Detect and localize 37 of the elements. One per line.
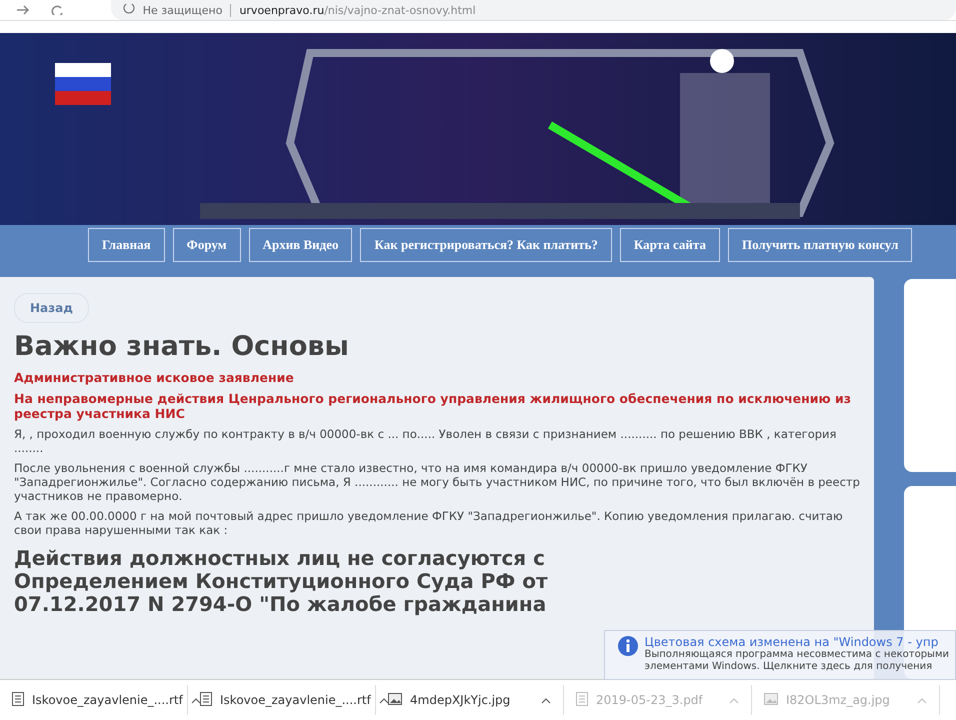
page-title: Важно знать. Основы — [14, 331, 349, 362]
url-text: urvoenpravo.ru/nis/vajno-znat-osnovy.html — [230, 4, 476, 16]
file-name: Iskovoe_zayavlenie_....rtf — [220, 693, 371, 707]
info-icon — [122, 4, 135, 16]
paragraph: После увольнения с военной службы ...........г мне стало известно, что на имя командира в/ч 00000-вк пришло уведомление ФГКУ "Западрегионжилье". Согласно содержанию письма, Я ............ не могу быть участником НИС, по причине того, что был включён в реестр участников не правомерно. — [14, 461, 860, 503]
image-file-icon — [388, 692, 402, 708]
nav-link[interactable]: Как регистрироваться? Как платить? — [360, 228, 612, 262]
nav-link[interactable]: Карта сайта — [620, 228, 720, 262]
paragraph: Я, , проходил военную службу по контракту в в/ч 00000-вк с ... по..... Уволен в связи с признанием .......... по решению ВВК , категория ........ — [14, 427, 838, 455]
security-label: Не защищено — [142, 4, 222, 16]
document-file-icon — [576, 692, 588, 708]
back-button[interactable]: Назад — [14, 293, 89, 323]
section-heading: Действия должностных лиц не согласуются с Определением Конституционного Суда РФ от 07.12.2017 N 2794-О "По жалобе гражданина — [14, 547, 549, 616]
download-item[interactable]: Iskovoe_zayavlenie_....rtf — [0, 685, 188, 715]
file-name: Iskovoe_zayavlenie_....rtf — [32, 693, 183, 707]
address-bar[interactable]: Не защищено urvoenpravo.ru/nis/vajno-znat-osnovy.html — [110, 0, 956, 20]
notification-text: элементами Windows. Щелкните здесь для получения — [644, 661, 934, 673]
download-item[interactable]: 2019-05-23_3.pdf — [564, 685, 752, 715]
download-item[interactable]: I82OL3mz_ag.jpg — [752, 685, 940, 715]
download-item[interactable]: 4mdepXJkYjc.jpg — [376, 685, 564, 715]
document-subject: На неправомерные действия Ценрального регионального управления жилищного обеспечения по исключению из реестра участника НИС — [14, 391, 852, 421]
notification-text: Выполняющаяся программа несовместима с некоторыми — [644, 649, 949, 661]
nav-link[interactable]: Форум — [172, 228, 241, 262]
document-file-icon — [12, 692, 24, 708]
document-title: Административное исковое заявление — [14, 370, 294, 385]
notification-title[interactable]: Цветовая схема изменена на "Windows 7 - упр — [644, 635, 949, 649]
document-file-icon — [200, 692, 212, 708]
nav-link[interactable]: Архив Видео — [248, 228, 352, 262]
image-file-icon — [764, 692, 778, 708]
file-name: 4mdepXJkYjc.jpg — [410, 693, 512, 707]
file-name: 2019-05-23_3.pdf — [596, 693, 704, 707]
file-name: I82OL3mz_ag.jpg — [786, 693, 891, 707]
paragraph: А так же 00.00.0000 г на мой почтовый адрес пришло уведомление ФГКУ "Западрегионжилье". Копию уведомления прилагаю. считаю свои права нарушенными так как : — [14, 509, 844, 537]
nav-link[interactable]: Получить платную консул — [728, 228, 912, 262]
info-icon — [616, 635, 639, 657]
download-item[interactable]: Iskovoe_zayavlenie_....rtf — [188, 685, 376, 715]
nav-link[interactable]: Главная — [88, 228, 165, 262]
